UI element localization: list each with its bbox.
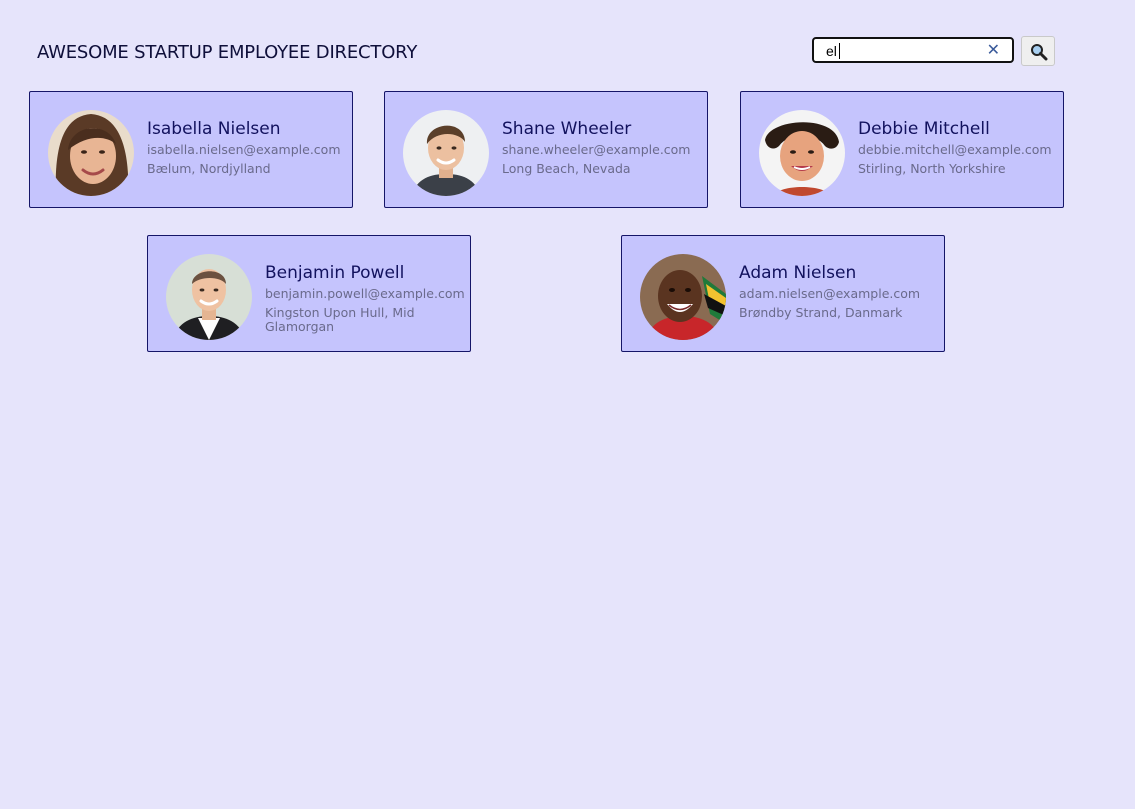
employee-card[interactable]: Debbie Mitchell debbie.mitchell@example.… — [740, 91, 1064, 208]
employee-location: Long Beach, Nevada — [502, 161, 631, 176]
employee-email: debbie.mitchell@example.com — [858, 142, 1052, 157]
employee-email: adam.nielsen@example.com — [739, 286, 921, 301]
employee-email: benjamin.powell@example.com — [265, 286, 465, 301]
employee-location: Brøndby Strand, Danmark — [739, 305, 903, 320]
employee-name: Debbie Mitchell — [858, 119, 990, 139]
employee-location: Kingston Upon Hull, Mid Glamorgan — [265, 305, 415, 334]
employee-location: Bælum, Nordjylland — [147, 161, 271, 176]
text-cursor — [839, 43, 840, 59]
avatar — [166, 254, 252, 340]
search-input[interactable] — [826, 42, 986, 60]
avatar — [759, 110, 845, 196]
employee-name: Isabella Nielsen — [147, 119, 281, 139]
employee-email: isabella.nielsen@example.com — [147, 142, 341, 157]
employee-card[interactable]: Adam Nielsen adam.nielsen@example.com Br… — [621, 235, 945, 352]
employee-location: Stirling, North Yorkshire — [858, 161, 1006, 176]
avatar — [48, 110, 134, 196]
avatar — [640, 254, 726, 340]
employee-name: Shane Wheeler — [502, 119, 632, 139]
close-icon[interactable]: ✕ — [987, 40, 1000, 60]
employee-card[interactable]: Isabella Nielsen isabella.nielsen@exampl… — [29, 91, 353, 208]
employee-name: Benjamin Powell — [265, 263, 405, 283]
magnifier-icon — [1031, 44, 1048, 61]
search-box[interactable]: ✕ — [812, 37, 1014, 63]
employee-name: Adam Nielsen — [739, 263, 857, 283]
employee-card[interactable]: Benjamin Powell benjamin.powell@example.… — [147, 235, 471, 352]
employee-card[interactable]: Shane Wheeler shane.wheeler@example.com … — [384, 91, 708, 208]
page-title: AWESOME STARTUP EMPLOYEE DIRECTORY — [37, 42, 418, 63]
employee-email: shane.wheeler@example.com — [502, 142, 691, 157]
search-button[interactable] — [1021, 36, 1055, 66]
avatar — [403, 110, 489, 196]
